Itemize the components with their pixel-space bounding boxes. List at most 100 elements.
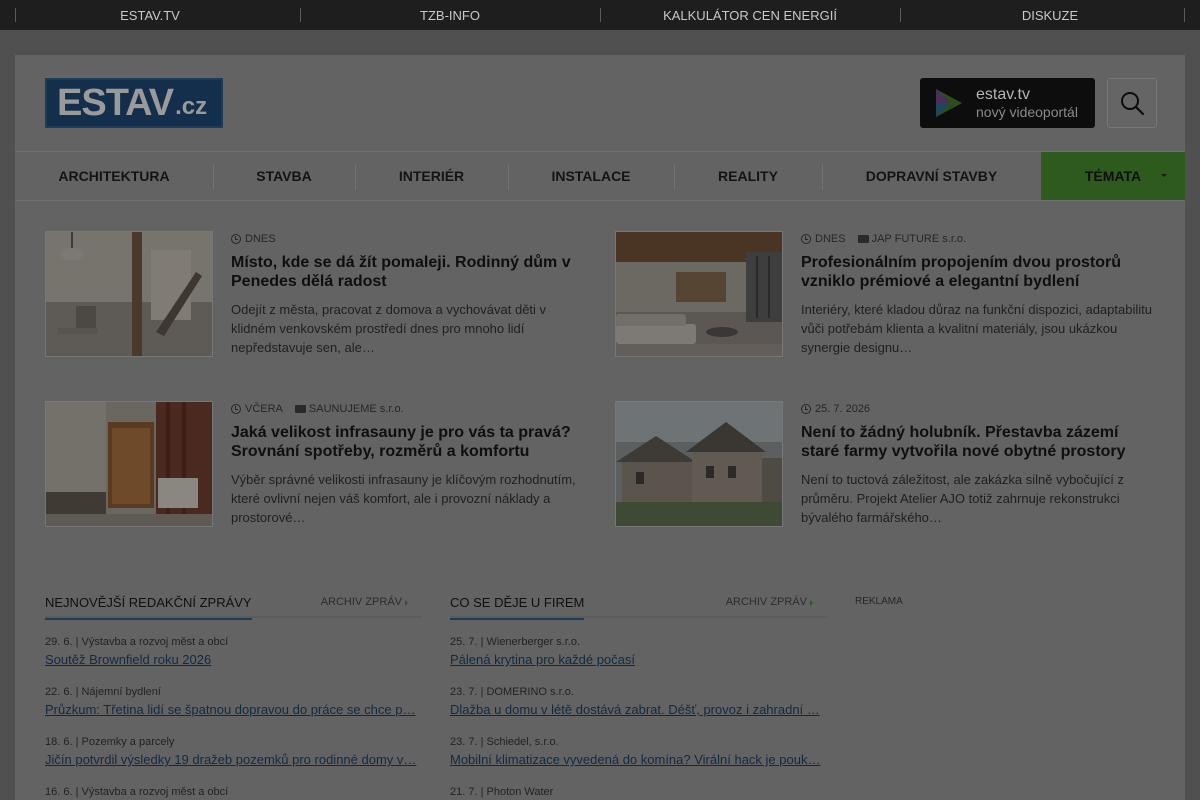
firms-list: 25. 7. | Wienerberger s.r.o. Pálená kryt… (450, 636, 827, 798)
arrow-right-icon (405, 600, 408, 606)
video-button-text: estav.tv nový videoportál (976, 86, 1078, 120)
news-meta: 16. 6. | Výstavba a rozvoj měst a obcí (45, 786, 229, 798)
article-body: 25. 7. 2026 Není to žádný holubník. Přes… (801, 401, 1156, 527)
clock-icon (231, 404, 241, 414)
article-date: DNES (815, 233, 846, 245)
list-item: 21. 7. | Photon Water (450, 786, 827, 798)
nav-item-installation[interactable]: INSTALACE (508, 152, 674, 200)
logo-main: ESTAV (57, 82, 174, 124)
firm-meta: 23. 7. | Schiedel, s.r.o. (450, 736, 559, 748)
article-perex: Interiéry, které kladou důraz na funkční… (801, 302, 1152, 355)
article-meta: DNES (231, 231, 586, 247)
article-perex: Odejít z města, pracovat z domova a vych… (231, 302, 547, 355)
news-meta: 29. 6. | Výstavba a rozvoj měst a obcí (45, 636, 229, 648)
article-card: DNES JAP FUTURE s.r.o. Profesionálním pr… (615, 231, 1155, 359)
nav-item-architecture[interactable]: ARCHITEKTURA (15, 152, 213, 200)
news-list: 29. 6. | Výstavba a rozvoj měst a obcí S… (45, 636, 422, 798)
search-icon (1121, 92, 1145, 116)
article-company: SAUNUJEME s.r.o. (308, 403, 404, 415)
article-perex: Není to tuctová záležitost, ale zakázka … (801, 472, 1124, 525)
article-title[interactable]: Není to žádný holubník. Přestavba zázemí… (801, 423, 1156, 461)
main-panel: ESTAV .cz estav.tv nový videoportál ARCH… (15, 55, 1185, 800)
article-date: 25. 7. 2026 (815, 403, 871, 415)
caret-down-icon (1161, 174, 1167, 177)
nav-item-transport-construction[interactable]: DOPRAVNÍ STAVBY (822, 152, 1041, 200)
clock-icon (801, 234, 811, 244)
site-logo[interactable]: ESTAV .cz (45, 78, 223, 128)
article-company: JAP FUTURE s.r.o. (871, 233, 967, 245)
firm-headline[interactable]: Pálená krytina pro každé počasí (450, 651, 827, 668)
list-item: 22. 6. | Nájemní bydlení Průzkum: Třetin… (45, 686, 422, 718)
firm-headline[interactable]: Dlažba u domu v létě dostává zabrat. Déš… (450, 701, 827, 718)
article-meta: DNES JAP FUTURE s.r.o. (801, 231, 1156, 247)
article-title[interactable]: Profesionálním propojením dvou prostorů … (801, 253, 1156, 291)
article-image (616, 232, 782, 356)
news-headline[interactable]: Průzkum: Třetina lidí se špatnou dopravo… (45, 701, 422, 718)
article-image (46, 402, 212, 526)
ad-label: REKLAMA (855, 596, 903, 607)
firms-archive-link[interactable]: ARCHIV ZPRÁV (726, 596, 807, 608)
article-meta: 25. 7. 2026 (801, 401, 1156, 417)
clock-icon (231, 234, 241, 244)
article-card: VČERA SAUNUJEME s.r.o. Jaká velikost inf… (45, 401, 585, 529)
video-button-title: estav.tv (976, 86, 1030, 103)
article-thumbnail[interactable] (45, 401, 213, 527)
play-icon (936, 89, 962, 117)
firm-meta: 25. 7. | Wienerberger s.r.o. (450, 636, 581, 648)
firms-column-header: CO SE DĚJE U FIREM ARCHIV ZPRÁV (450, 588, 827, 620)
top-link-energy-calculator[interactable]: KALKULÁTOR CEN ENERGIÍ (600, 0, 900, 30)
top-link-tzb-info[interactable]: TZB-INFO (300, 0, 600, 30)
clock-icon (801, 404, 811, 414)
article-body: DNES JAP FUTURE s.r.o. Profesionálním pr… (801, 231, 1156, 357)
article-body: DNES Místo, kde se dá žít pomaleji. Rodi… (231, 231, 586, 357)
nav-item-construction[interactable]: STAVBA (213, 152, 355, 200)
list-item: 23. 7. | DOMERINO s.r.o. Dlažba u domu v… (450, 686, 827, 718)
article-title[interactable]: Jaká velikost infrasauny je pro vás ta p… (231, 423, 586, 461)
top-links-bar: ESTAV.TV TZB-INFO KALKULÁTOR CEN ENERGIÍ… (0, 0, 1200, 30)
article-title[interactable]: Místo, kde se dá žít pomaleji. Rodinný d… (231, 253, 586, 291)
article-image (616, 402, 782, 526)
firm-meta: 23. 7. | DOMERINO s.r.o. (450, 686, 574, 698)
video-button-subtitle: nový videoportál (976, 104, 1078, 120)
nav-item-themes[interactable]: TÉMATA (1041, 152, 1185, 200)
article-image (46, 232, 212, 356)
logo-suffix: .cz (175, 93, 208, 120)
nav-item-reality[interactable]: REALITY (674, 152, 822, 200)
briefcase-icon (294, 405, 306, 413)
news-meta: 18. 6. | Pozemky a parcely (45, 736, 175, 748)
news-column-title: NEJNOVĚJŠÍ REDAKČNÍ ZPRÁVY (45, 595, 252, 620)
article-date: VČERA (245, 403, 283, 415)
article-body: VČERA SAUNUJEME s.r.o. Jaká velikost inf… (231, 401, 586, 527)
briefcase-icon (857, 235, 869, 243)
list-item: 16. 6. | Výstavba a rozvoj měst a obcí (45, 786, 422, 798)
article-thumbnail[interactable] (45, 231, 213, 357)
list-item: 25. 7. | Wienerberger s.r.o. Pálená kryt… (450, 636, 827, 668)
news-column: NEJNOVĚJŠÍ REDAKČNÍ ZPRÁVY ARCHIV ZPRÁV … (45, 588, 422, 798)
article-card: DNES Místo, kde se dá žít pomaleji. Rodi… (45, 231, 585, 359)
article-thumbnail[interactable] (615, 231, 783, 357)
news-headline[interactable]: Soutěž Brownfield roku 2026 (45, 651, 422, 668)
article-thumbnail[interactable] (615, 401, 783, 527)
nav-item-interior[interactable]: INTERIÉR (355, 152, 508, 200)
main-nav: ARCHITEKTURA STAVBA INTERIÉR INSTALACE R… (15, 151, 1185, 201)
article-date: DNES (245, 233, 276, 245)
list-item: 23. 7. | Schiedel, s.r.o. Mobilní klimat… (450, 736, 827, 768)
top-link-discussion[interactable]: DISKUZE (900, 0, 1200, 30)
list-item: 29. 6. | Výstavba a rozvoj měst a obcí S… (45, 636, 422, 668)
firm-meta: 21. 7. | Photon Water (450, 786, 554, 798)
article-card: 25. 7. 2026 Není to žádný holubník. Přes… (615, 401, 1155, 529)
news-archive-link[interactable]: ARCHIV ZPRÁV (321, 596, 402, 608)
article-perex: Výběr správné velikosti infrasauny je kl… (231, 472, 576, 525)
arrow-right-icon (810, 600, 813, 606)
search-button[interactable] (1107, 78, 1157, 128)
top-link-estav-tv[interactable]: ESTAV.TV (0, 0, 300, 30)
news-headline[interactable]: Jičín potvrdil výsledky 19 dražeb pozemk… (45, 751, 422, 768)
themes-label: TÉMATA (1084, 168, 1142, 184)
article-meta: VČERA SAUNUJEME s.r.o. (231, 401, 586, 417)
news-column-header: NEJNOVĚJŠÍ REDAKČNÍ ZPRÁVY ARCHIV ZPRÁV (45, 588, 422, 620)
news-meta: 22. 6. | Nájemní bydlení (45, 686, 161, 698)
video-portal-button[interactable]: estav.tv nový videoportál (920, 78, 1095, 128)
firms-column-title: CO SE DĚJE U FIREM (450, 595, 585, 620)
firm-headline[interactable]: Mobilní klimatizace vyvedená do komína? … (450, 751, 827, 768)
list-item: 18. 6. | Pozemky a parcely Jičín potvrdi… (45, 736, 422, 768)
